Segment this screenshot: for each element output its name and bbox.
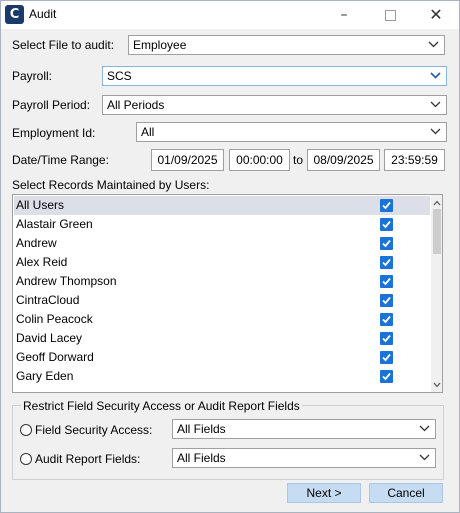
list-item[interactable]: Andrew [14, 234, 430, 253]
title-bar: C Audit – ✕ [1, 1, 459, 29]
scroll-down-icon[interactable] [432, 380, 442, 390]
chevron-down-icon [430, 123, 442, 141]
field-security-value: All Fields [177, 422, 226, 436]
user-name: Colin Peacock [16, 312, 93, 326]
minimize-button[interactable]: – [321, 1, 367, 29]
checkbox-checked-icon[interactable] [380, 351, 393, 364]
range-label: Date/Time Range: [12, 153, 109, 167]
period-select[interactable]: All Periods [102, 95, 447, 115]
employment-select-value: All [141, 125, 155, 139]
chevron-down-icon [419, 420, 431, 438]
scrollbar-thumb[interactable] [433, 209, 441, 254]
file-select-value: Employee [133, 38, 187, 52]
user-name: Alex Reid [16, 255, 68, 269]
checkbox-checked-icon[interactable] [380, 313, 393, 326]
chevron-down-icon [430, 67, 442, 85]
chevron-down-icon [430, 96, 442, 114]
audit-report-radio[interactable] [20, 453, 32, 465]
user-name: Alastair Green [16, 217, 93, 231]
list-item[interactable]: Colin Peacock [14, 310, 430, 329]
list-item[interactable]: Geoff Dorward [14, 348, 430, 367]
field-security-select[interactable]: All Fields [172, 419, 436, 439]
user-name: All Users [16, 198, 65, 212]
next-button[interactable]: Next > [287, 483, 361, 503]
list-item[interactable]: CintraCloud [14, 291, 430, 310]
checkbox-checked-icon[interactable] [380, 332, 393, 345]
app-logo-icon: C [5, 5, 24, 24]
users-label: Select Records Maintained by Users: [12, 178, 210, 192]
payroll-select-value: SCS [107, 69, 132, 83]
checkbox-checked-icon[interactable] [380, 218, 393, 231]
scroll-up-icon[interactable] [432, 198, 442, 208]
list-item[interactable]: Andrew Thompson [14, 272, 430, 291]
close-button[interactable]: ✕ [413, 1, 459, 29]
cancel-button[interactable]: Cancel [369, 483, 443, 503]
maximize-icon [384, 10, 396, 21]
list-item[interactable]: Gary Eden [14, 367, 430, 386]
to-label: to [293, 153, 304, 167]
checkbox-checked-icon[interactable] [380, 370, 393, 383]
audit-report-label: Audit Report Fields: [35, 452, 141, 466]
list-item[interactable]: All Users [14, 196, 430, 215]
user-name: Andrew Thompson [16, 274, 117, 288]
checkbox-checked-icon[interactable] [380, 199, 393, 212]
checkbox-checked-icon[interactable] [380, 275, 393, 288]
audit-window: C Audit – ✕ Select File to audit: Employ… [0, 0, 460, 513]
user-name: Gary Eden [16, 369, 74, 383]
user-name: Andrew [16, 236, 57, 250]
chevron-down-icon [419, 449, 431, 467]
end-date-input[interactable]: 08/09/2025 [307, 149, 380, 171]
start-date-input[interactable]: 01/09/2025 [151, 149, 224, 171]
restrict-group-title: Restrict Field Security Access or Audit … [21, 399, 302, 413]
checkbox-checked-icon[interactable] [380, 256, 393, 269]
end-time-input[interactable]: 23:59:59 [384, 149, 445, 171]
file-label: Select File to audit: [12, 38, 115, 52]
file-select[interactable]: Employee [128, 35, 445, 55]
field-security-radio[interactable] [20, 424, 32, 436]
checkbox-checked-icon[interactable] [380, 294, 393, 307]
user-name: David Lacey [16, 331, 83, 345]
audit-report-value: All Fields [177, 451, 226, 465]
vertical-scrollbar[interactable] [431, 195, 442, 392]
maximize-button[interactable] [367, 1, 413, 29]
payroll-select[interactable]: SCS [102, 66, 447, 86]
period-select-value: All Periods [107, 98, 165, 112]
audit-report-select[interactable]: All Fields [172, 448, 436, 468]
start-time-input[interactable]: 00:00:00 [229, 149, 290, 171]
restrict-group [12, 405, 444, 480]
employment-select[interactable]: All [136, 122, 447, 142]
users-list[interactable]: All Users Alastair Green Andrew Alex Reid An… [12, 194, 443, 393]
checkbox-checked-icon[interactable] [380, 237, 393, 250]
list-item[interactable]: Alastair Green [14, 215, 430, 234]
window-title: Audit [29, 7, 57, 21]
list-item[interactable]: Alex Reid [14, 253, 430, 272]
user-name: Geoff Dorward [16, 350, 94, 364]
field-security-label: Field Security Access: [35, 423, 153, 437]
user-name: CintraCloud [16, 293, 80, 307]
employment-label: Employment Id: [12, 126, 96, 140]
chevron-down-icon [428, 36, 440, 54]
payroll-label: Payroll: [12, 69, 53, 83]
list-item[interactable]: David Lacey [14, 329, 430, 348]
period-label: Payroll Period: [12, 98, 91, 112]
